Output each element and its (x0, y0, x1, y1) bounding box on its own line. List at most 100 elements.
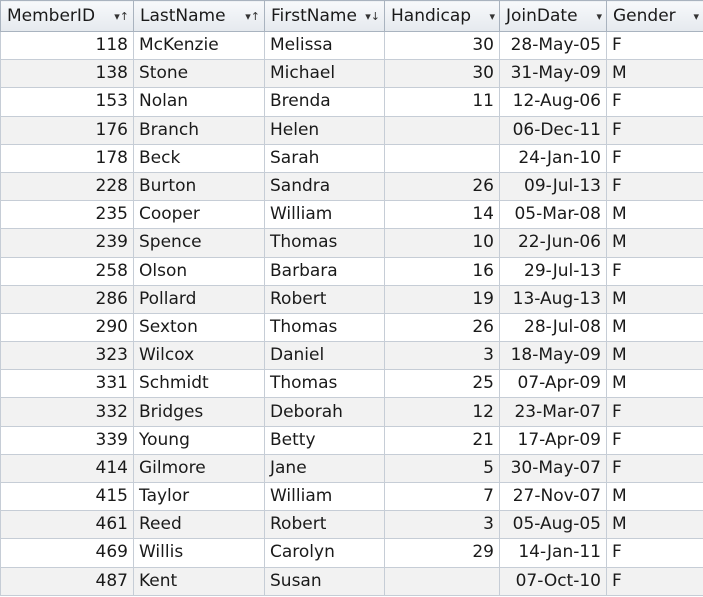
column-header-member-id[interactable]: MemberID ▾↑ (0, 0, 134, 32)
cell-first-name[interactable]: Thomas (264, 228, 385, 258)
table-row[interactable]: 153 Nolan Brenda 11 12-Aug-06 F (0, 87, 703, 117)
table-row[interactable]: 323 Wilcox Daniel 3 18-May-09 M (0, 341, 703, 371)
cell-join-date[interactable]: 23-Mar-07 (499, 397, 607, 427)
cell-first-name[interactable]: Jane (264, 453, 385, 484)
cell-handicap[interactable]: 21 (384, 425, 500, 455)
cell-first-name[interactable]: Helen (264, 115, 385, 145)
cell-gender[interactable]: F (606, 538, 703, 568)
cell-handicap[interactable]: 19 (384, 284, 500, 314)
cell-gender[interactable]: F (606, 453, 703, 484)
cell-last-name[interactable]: Reed (133, 510, 265, 540)
cell-join-date[interactable]: 27-Nov-07 (499, 481, 607, 512)
sort-ascending-icon[interactable]: ▾↑ (114, 10, 129, 23)
cell-handicap[interactable]: 11 (384, 87, 500, 117)
cell-first-name[interactable]: Barbara (264, 256, 385, 286)
table-row[interactable]: 286 Pollard Robert 19 13-Aug-13 M (0, 284, 703, 314)
cell-gender[interactable]: M (606, 284, 703, 314)
cell-last-name[interactable]: Willis (133, 538, 265, 568)
cell-gender[interactable]: M (606, 312, 703, 343)
cell-last-name[interactable]: Gilmore (133, 453, 265, 484)
cell-gender[interactable]: F (606, 566, 703, 596)
cell-join-date[interactable]: 17-Apr-09 (499, 425, 607, 455)
cell-handicap[interactable]: 3 (384, 341, 500, 371)
cell-gender[interactable]: F (606, 115, 703, 145)
cell-handicap[interactable]: 26 (384, 312, 500, 343)
cell-join-date[interactable]: 07-Apr-09 (499, 369, 607, 399)
cell-member-id[interactable]: 414 (0, 453, 134, 484)
table-row[interactable]: 415 Taylor William 7 27-Nov-07 M (0, 481, 703, 512)
cell-handicap[interactable]: 5 (384, 453, 500, 484)
cell-join-date[interactable]: 28-May-05 (499, 30, 607, 61)
column-header-handicap[interactable]: Handicap ▾ (384, 0, 500, 32)
cell-last-name[interactable]: Cooper (133, 200, 265, 230)
cell-handicap[interactable]: 10 (384, 228, 500, 258)
cell-member-id[interactable]: 178 (0, 143, 134, 173)
cell-join-date[interactable]: 14-Jan-11 (499, 538, 607, 568)
cell-first-name[interactable]: Michael (264, 59, 385, 89)
cell-handicap[interactable]: 25 (384, 369, 500, 399)
cell-member-id[interactable]: 286 (0, 284, 134, 314)
cell-last-name[interactable]: Beck (133, 143, 265, 173)
table-row[interactable]: 461 Reed Robert 3 05-Aug-05 M (0, 510, 703, 540)
cell-gender[interactable]: M (606, 369, 703, 399)
table-row[interactable]: 228 Burton Sandra 26 09-Jul-13 F (0, 171, 703, 202)
cell-last-name[interactable]: Branch (133, 115, 265, 145)
cell-member-id[interactable]: 258 (0, 256, 134, 286)
cell-join-date[interactable]: 13-Aug-13 (499, 284, 607, 314)
cell-first-name[interactable]: Melissa (264, 30, 385, 61)
table-row[interactable]: 178 Beck Sarah 24-Jan-10 F (0, 143, 703, 173)
dropdown-arrow-icon[interactable]: ▾ (693, 10, 699, 23)
cell-last-name[interactable]: Taylor (133, 481, 265, 512)
column-header-join-date[interactable]: JoinDate ▾ (499, 0, 607, 32)
cell-member-id[interactable]: 331 (0, 369, 134, 399)
cell-gender[interactable]: M (606, 341, 703, 371)
cell-join-date[interactable]: 12-Aug-06 (499, 87, 607, 117)
cell-handicap[interactable]: 7 (384, 481, 500, 512)
cell-join-date[interactable]: 05-Aug-05 (499, 510, 607, 540)
cell-last-name[interactable]: Nolan (133, 87, 265, 117)
cell-first-name[interactable]: Carolyn (264, 538, 385, 568)
cell-last-name[interactable]: Young (133, 425, 265, 455)
cell-member-id[interactable]: 487 (0, 566, 134, 596)
cell-member-id[interactable]: 235 (0, 200, 134, 230)
dropdown-arrow-icon[interactable]: ▾ (596, 10, 602, 23)
table-row[interactable]: 487 Kent Susan 07-Oct-10 F (0, 566, 703, 596)
cell-last-name[interactable]: Spence (133, 228, 265, 258)
cell-gender[interactable]: F (606, 256, 703, 286)
cell-gender[interactable]: F (606, 87, 703, 117)
cell-handicap[interactable] (384, 566, 500, 596)
cell-member-id[interactable]: 228 (0, 171, 134, 202)
cell-handicap[interactable]: 12 (384, 397, 500, 427)
cell-gender[interactable]: F (606, 30, 703, 61)
column-header-gender[interactable]: Gender ▾ (606, 0, 703, 32)
cell-member-id[interactable]: 332 (0, 397, 134, 427)
cell-first-name[interactable]: Robert (264, 510, 385, 540)
sort-ascending-icon[interactable]: ▾↑ (245, 10, 260, 23)
cell-gender[interactable]: F (606, 171, 703, 202)
cell-first-name[interactable]: Robert (264, 284, 385, 314)
cell-last-name[interactable]: Pollard (133, 284, 265, 314)
cell-gender[interactable]: F (606, 397, 703, 427)
cell-join-date[interactable]: 06-Dec-11 (499, 115, 607, 145)
table-row[interactable]: 118 McKenzie Melissa 30 28-May-05 F (0, 30, 703, 61)
cell-first-name[interactable]: Brenda (264, 87, 385, 117)
cell-first-name[interactable]: William (264, 200, 385, 230)
cell-gender[interactable]: F (606, 143, 703, 173)
cell-first-name[interactable]: William (264, 481, 385, 512)
cell-gender[interactable]: M (606, 59, 703, 89)
column-header-first-name[interactable]: FirstName ▾↓ (264, 0, 385, 32)
table-row[interactable]: 290 Sexton Thomas 26 28-Jul-08 M (0, 312, 703, 343)
table-row[interactable]: 469 Willis Carolyn 29 14-Jan-11 F (0, 538, 703, 568)
cell-join-date[interactable]: 05-Mar-08 (499, 200, 607, 230)
cell-member-id[interactable]: 339 (0, 425, 134, 455)
table-row[interactable]: 258 Olson Barbara 16 29-Jul-13 F (0, 256, 703, 286)
cell-last-name[interactable]: Kent (133, 566, 265, 596)
cell-handicap[interactable]: 3 (384, 510, 500, 540)
dropdown-arrow-icon[interactable]: ▾ (489, 10, 495, 23)
cell-join-date[interactable]: 22-Jun-06 (499, 228, 607, 258)
cell-first-name[interactable]: Deborah (264, 397, 385, 427)
cell-gender[interactable]: M (606, 481, 703, 512)
cell-handicap[interactable]: 26 (384, 171, 500, 202)
cell-first-name[interactable]: Thomas (264, 369, 385, 399)
cell-handicap[interactable]: 30 (384, 30, 500, 61)
